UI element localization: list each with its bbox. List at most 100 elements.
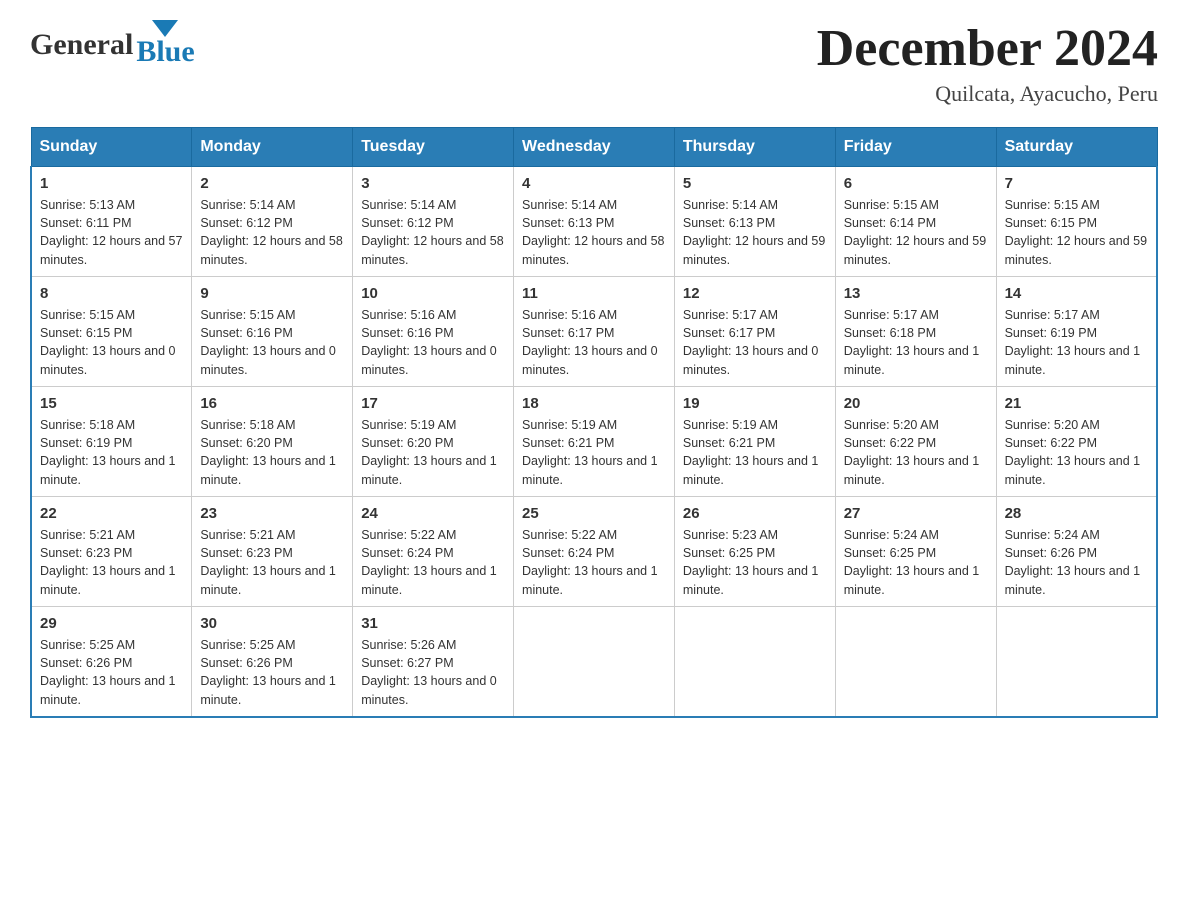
day-info: Sunrise: 5:20 AMSunset: 6:22 PMDaylight:…: [1005, 416, 1148, 489]
calendar-week-row: 22Sunrise: 5:21 AMSunset: 6:23 PMDayligh…: [31, 497, 1157, 607]
calendar-cell: 22Sunrise: 5:21 AMSunset: 6:23 PMDayligh…: [31, 497, 192, 607]
day-number: 30: [200, 613, 344, 634]
day-number: 21: [1005, 393, 1148, 414]
day-info: Sunrise: 5:17 AMSunset: 6:17 PMDaylight:…: [683, 306, 827, 379]
day-number: 22: [40, 503, 183, 524]
day-info: Sunrise: 5:14 AMSunset: 6:12 PMDaylight:…: [361, 196, 505, 269]
calendar-cell: 14Sunrise: 5:17 AMSunset: 6:19 PMDayligh…: [996, 277, 1157, 387]
calendar-cell: 26Sunrise: 5:23 AMSunset: 6:25 PMDayligh…: [674, 497, 835, 607]
calendar-cell: 28Sunrise: 5:24 AMSunset: 6:26 PMDayligh…: [996, 497, 1157, 607]
day-info: Sunrise: 5:22 AMSunset: 6:24 PMDaylight:…: [522, 526, 666, 599]
calendar-cell: 25Sunrise: 5:22 AMSunset: 6:24 PMDayligh…: [514, 497, 675, 607]
day-info: Sunrise: 5:13 AMSunset: 6:11 PMDaylight:…: [40, 196, 183, 269]
day-number: 12: [683, 283, 827, 304]
calendar-cell: 2Sunrise: 5:14 AMSunset: 6:12 PMDaylight…: [192, 167, 353, 277]
day-info: Sunrise: 5:16 AMSunset: 6:16 PMDaylight:…: [361, 306, 505, 379]
calendar-cell: 11Sunrise: 5:16 AMSunset: 6:17 PMDayligh…: [514, 277, 675, 387]
logo-icon: Blue: [136, 20, 194, 69]
title-area: December 2024 Quilcata, Ayacucho, Peru: [817, 20, 1158, 107]
page-header: General Blue December 2024 Quilcata, Aya…: [30, 20, 1158, 107]
calendar-cell: [835, 607, 996, 717]
day-number: 7: [1005, 173, 1148, 194]
column-header-thursday: Thursday: [674, 128, 835, 167]
day-info: Sunrise: 5:18 AMSunset: 6:19 PMDaylight:…: [40, 416, 183, 489]
day-info: Sunrise: 5:14 AMSunset: 6:13 PMDaylight:…: [683, 196, 827, 269]
day-info: Sunrise: 5:21 AMSunset: 6:23 PMDaylight:…: [40, 526, 183, 599]
day-number: 5: [683, 173, 827, 194]
column-header-wednesday: Wednesday: [514, 128, 675, 167]
column-header-monday: Monday: [192, 128, 353, 167]
calendar-cell: 17Sunrise: 5:19 AMSunset: 6:20 PMDayligh…: [353, 387, 514, 497]
calendar-week-row: 1Sunrise: 5:13 AMSunset: 6:11 PMDaylight…: [31, 167, 1157, 277]
calendar-cell: 18Sunrise: 5:19 AMSunset: 6:21 PMDayligh…: [514, 387, 675, 497]
calendar-cell: 23Sunrise: 5:21 AMSunset: 6:23 PMDayligh…: [192, 497, 353, 607]
calendar-cell: 15Sunrise: 5:18 AMSunset: 6:19 PMDayligh…: [31, 387, 192, 497]
day-number: 28: [1005, 503, 1148, 524]
day-info: Sunrise: 5:20 AMSunset: 6:22 PMDaylight:…: [844, 416, 988, 489]
calendar-week-row: 29Sunrise: 5:25 AMSunset: 6:26 PMDayligh…: [31, 607, 1157, 717]
day-number: 18: [522, 393, 666, 414]
day-number: 24: [361, 503, 505, 524]
calendar-cell: 31Sunrise: 5:26 AMSunset: 6:27 PMDayligh…: [353, 607, 514, 717]
calendar-cell: 20Sunrise: 5:20 AMSunset: 6:22 PMDayligh…: [835, 387, 996, 497]
calendar-cell: 13Sunrise: 5:17 AMSunset: 6:18 PMDayligh…: [835, 277, 996, 387]
day-number: 1: [40, 173, 183, 194]
day-number: 17: [361, 393, 505, 414]
day-number: 11: [522, 283, 666, 304]
calendar-week-row: 8Sunrise: 5:15 AMSunset: 6:15 PMDaylight…: [31, 277, 1157, 387]
day-number: 13: [844, 283, 988, 304]
calendar-cell: 19Sunrise: 5:19 AMSunset: 6:21 PMDayligh…: [674, 387, 835, 497]
column-header-saturday: Saturday: [996, 128, 1157, 167]
day-number: 27: [844, 503, 988, 524]
day-info: Sunrise: 5:15 AMSunset: 6:16 PMDaylight:…: [200, 306, 344, 379]
day-info: Sunrise: 5:15 AMSunset: 6:15 PMDaylight:…: [40, 306, 183, 379]
day-info: Sunrise: 5:19 AMSunset: 6:20 PMDaylight:…: [361, 416, 505, 489]
day-number: 29: [40, 613, 183, 634]
calendar-cell: 9Sunrise: 5:15 AMSunset: 6:16 PMDaylight…: [192, 277, 353, 387]
calendar-cell: 12Sunrise: 5:17 AMSunset: 6:17 PMDayligh…: [674, 277, 835, 387]
calendar-cell: [674, 607, 835, 717]
day-info: Sunrise: 5:15 AMSunset: 6:14 PMDaylight:…: [844, 196, 988, 269]
calendar-table: SundayMondayTuesdayWednesdayThursdayFrid…: [30, 127, 1158, 718]
calendar-cell: [996, 607, 1157, 717]
calendar-cell: 16Sunrise: 5:18 AMSunset: 6:20 PMDayligh…: [192, 387, 353, 497]
day-number: 19: [683, 393, 827, 414]
day-number: 4: [522, 173, 666, 194]
day-info: Sunrise: 5:17 AMSunset: 6:18 PMDaylight:…: [844, 306, 988, 379]
calendar-cell: 29Sunrise: 5:25 AMSunset: 6:26 PMDayligh…: [31, 607, 192, 717]
day-number: 16: [200, 393, 344, 414]
calendar-cell: [514, 607, 675, 717]
logo-general-text: General: [30, 28, 133, 62]
calendar-cell: 24Sunrise: 5:22 AMSunset: 6:24 PMDayligh…: [353, 497, 514, 607]
day-info: Sunrise: 5:17 AMSunset: 6:19 PMDaylight:…: [1005, 306, 1148, 379]
calendar-cell: 7Sunrise: 5:15 AMSunset: 6:15 PMDaylight…: [996, 167, 1157, 277]
calendar-header-row: SundayMondayTuesdayWednesdayThursdayFrid…: [31, 128, 1157, 167]
day-number: 25: [522, 503, 666, 524]
day-info: Sunrise: 5:24 AMSunset: 6:26 PMDaylight:…: [1005, 526, 1148, 599]
day-info: Sunrise: 5:15 AMSunset: 6:15 PMDaylight:…: [1005, 196, 1148, 269]
day-number: 3: [361, 173, 505, 194]
calendar-cell: 4Sunrise: 5:14 AMSunset: 6:13 PMDaylight…: [514, 167, 675, 277]
day-number: 10: [361, 283, 505, 304]
day-info: Sunrise: 5:19 AMSunset: 6:21 PMDaylight:…: [522, 416, 666, 489]
day-number: 2: [200, 173, 344, 194]
day-info: Sunrise: 5:14 AMSunset: 6:13 PMDaylight:…: [522, 196, 666, 269]
day-number: 23: [200, 503, 344, 524]
day-number: 20: [844, 393, 988, 414]
logo: General Blue: [30, 20, 195, 69]
calendar-cell: 1Sunrise: 5:13 AMSunset: 6:11 PMDaylight…: [31, 167, 192, 277]
day-number: 26: [683, 503, 827, 524]
column-header-tuesday: Tuesday: [353, 128, 514, 167]
day-info: Sunrise: 5:14 AMSunset: 6:12 PMDaylight:…: [200, 196, 344, 269]
day-number: 15: [40, 393, 183, 414]
logo-blue-text: Blue: [136, 35, 194, 69]
day-info: Sunrise: 5:26 AMSunset: 6:27 PMDaylight:…: [361, 636, 505, 709]
calendar-cell: 21Sunrise: 5:20 AMSunset: 6:22 PMDayligh…: [996, 387, 1157, 497]
day-number: 8: [40, 283, 183, 304]
month-title: December 2024: [817, 20, 1158, 77]
day-info: Sunrise: 5:18 AMSunset: 6:20 PMDaylight:…: [200, 416, 344, 489]
calendar-week-row: 15Sunrise: 5:18 AMSunset: 6:19 PMDayligh…: [31, 387, 1157, 497]
calendar-cell: 6Sunrise: 5:15 AMSunset: 6:14 PMDaylight…: [835, 167, 996, 277]
day-info: Sunrise: 5:22 AMSunset: 6:24 PMDaylight:…: [361, 526, 505, 599]
column-header-sunday: Sunday: [31, 128, 192, 167]
